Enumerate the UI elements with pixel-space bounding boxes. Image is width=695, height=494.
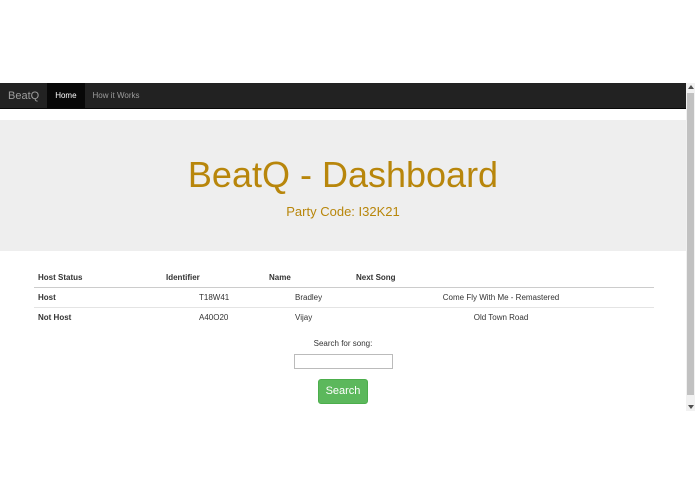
- navbar: BeatQ Home How it Works: [0, 83, 686, 109]
- header-next-song: Next Song: [352, 268, 654, 288]
- brand-link[interactable]: BeatQ: [0, 83, 47, 108]
- cell-next-song: Old Town Road: [352, 306, 654, 327]
- header-host-status: Host Status: [34, 268, 162, 288]
- table-row: Not Host A40O20 Vijay Old Town Road: [34, 306, 654, 327]
- cell-name: Bradley: [265, 286, 352, 307]
- jumbotron: BeatQ - Dashboard Party Code: I32K21: [0, 120, 686, 251]
- page-title: BeatQ - Dashboard: [187, 154, 499, 195]
- party-code: Party Code: I32K21: [286, 204, 400, 219]
- browser-viewport: BeatQ Home How it Works BeatQ - Dashboar…: [0, 0, 695, 494]
- search-label: Search for song:: [313, 339, 373, 348]
- search-input[interactable]: [294, 354, 393, 369]
- scrollbar[interactable]: [686, 83, 695, 411]
- guests-table-container: Host Status Identifier Name Next Song Ho…: [34, 268, 654, 327]
- table-row: Host T18W41 Bradley Come Fly With Me - R…: [34, 286, 654, 307]
- cell-host-status: Not Host: [34, 306, 162, 327]
- cell-next-song: Come Fly With Me - Remastered: [352, 286, 654, 307]
- header-identifier: Identifier: [162, 268, 265, 288]
- nav-item-how-it-works[interactable]: How it Works: [85, 83, 148, 108]
- cell-name: Vijay: [265, 306, 352, 327]
- scroll-up-arrow-icon[interactable]: [688, 85, 694, 89]
- table-header-row: Host Status Identifier Name Next Song: [34, 268, 654, 288]
- header-name: Name: [265, 268, 352, 288]
- search-button[interactable]: Search: [318, 379, 368, 404]
- cell-identifier: T18W41: [162, 286, 265, 307]
- cell-host-status: Host: [34, 286, 162, 307]
- cell-identifier: A40O20: [162, 306, 265, 327]
- nav-item-home[interactable]: Home: [47, 83, 85, 108]
- scrollbar-thumb[interactable]: [687, 93, 694, 395]
- guests-table: Host Status Identifier Name Next Song Ho…: [34, 268, 654, 327]
- scroll-down-arrow-icon[interactable]: [688, 405, 694, 409]
